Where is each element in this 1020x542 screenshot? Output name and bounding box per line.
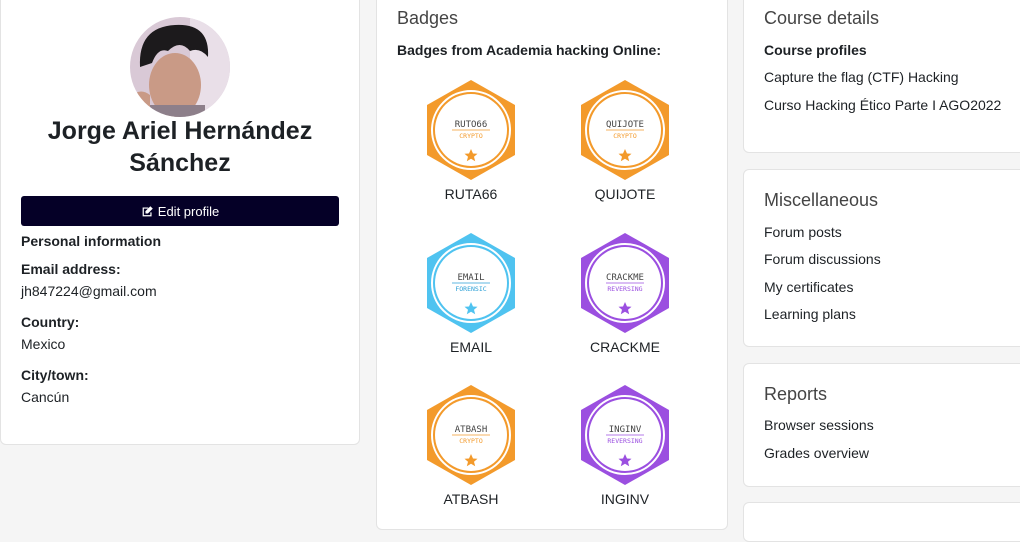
badge-icon: CRACKME REVERSING — [581, 233, 669, 333]
course-details-title: Course details — [764, 8, 880, 28]
edit-profile-button[interactable]: Edit profile — [21, 196, 339, 226]
forum-discussions-link[interactable]: Forum discussions — [764, 251, 881, 267]
badge-icon: QUIJOTE CRYPTO — [581, 80, 669, 180]
city-value: Cancún — [21, 389, 70, 405]
course-profiles-title: Course profiles — [764, 42, 867, 58]
badge-art-text: ATBASH — [455, 425, 488, 435]
badge-icon: ATBASH CRYPTO — [427, 385, 515, 485]
badge-art-subtext: REVERSING — [607, 437, 642, 445]
badge-art-text: QUIJOTE — [606, 120, 644, 130]
country-value: Mexico — [21, 336, 66, 352]
badge-art-subtext: CRYPTO — [459, 437, 483, 445]
grades-overview-link[interactable]: Grades overview — [764, 445, 869, 461]
badge-icon: INGINV REVERSING — [581, 385, 669, 485]
badge-name: QUIJOTE — [594, 186, 656, 202]
badge-art-text: INGINV — [609, 425, 642, 435]
badge-item[interactable]: QUIJOTE CRYPTO QUIJOTE — [570, 78, 680, 202]
badge-name: EMAIL — [449, 339, 492, 355]
badge-art-text: CRACKME — [606, 273, 644, 283]
forum-posts-link[interactable]: Forum posts — [764, 224, 842, 240]
extra-card — [743, 502, 1020, 542]
email-label: Email address: — [21, 261, 121, 277]
badge-art-text: EMAIL — [457, 273, 484, 283]
learning-plans-link[interactable]: Learning plans — [764, 306, 856, 322]
reports-title: Reports — [764, 384, 828, 404]
course-link[interactable]: Capture the flag (CTF) Hacking — [764, 69, 959, 85]
browser-sessions-link[interactable]: Browser sessions — [764, 417, 874, 433]
personal-info-title: Personal information — [21, 233, 162, 249]
badge-art-subtext: CRYPTO — [613, 132, 637, 140]
user-name: Jorge Ariel Hernández Sánchez — [47, 117, 313, 177]
miscellaneous-title: Miscellaneous — [764, 190, 879, 210]
course-link[interactable]: Curso Hacking Ético Parte I AGO2022 — [764, 97, 1001, 113]
badge-name: ATBASH — [443, 491, 499, 507]
badge-item[interactable]: INGINV REVERSING INGINV — [570, 383, 680, 507]
email-value[interactable]: jh847224@gmail.com — [21, 283, 157, 299]
badge-art-subtext: CRYPTO — [459, 132, 483, 140]
badge-name: CRACKME — [589, 339, 660, 355]
avatar — [130, 17, 230, 117]
badge-item[interactable]: ATBASH CRYPTO ATBASH — [416, 383, 526, 507]
badge-name: INGINV — [600, 491, 650, 507]
badge-art-text: RUTO66 — [455, 120, 488, 130]
edit-profile-label: Edit profile — [157, 203, 220, 219]
badge-item[interactable]: CRACKME REVERSING CRACKME — [570, 231, 680, 355]
edit-icon — [142, 205, 153, 216]
badge-name: RUTA66 — [444, 186, 498, 202]
badges-title: Badges — [397, 8, 459, 28]
my-certificates-link[interactable]: My certificates — [764, 279, 853, 295]
badge-item[interactable]: EMAIL FORENSIC EMAIL — [416, 231, 526, 355]
badge-icon: RUTO66 CRYPTO — [427, 80, 515, 180]
country-label: Country: — [21, 314, 80, 330]
badge-art-subtext: REVERSING — [607, 285, 642, 293]
badge-item[interactable]: RUTO66 CRYPTO RUTA66 — [416, 78, 526, 202]
badge-icon: EMAIL FORENSIC — [427, 233, 515, 333]
city-label: City/town: — [21, 367, 89, 383]
badge-art-subtext: FORENSIC — [455, 285, 486, 293]
badges-subtitle: Badges from Academia hacking Online: — [397, 42, 661, 58]
